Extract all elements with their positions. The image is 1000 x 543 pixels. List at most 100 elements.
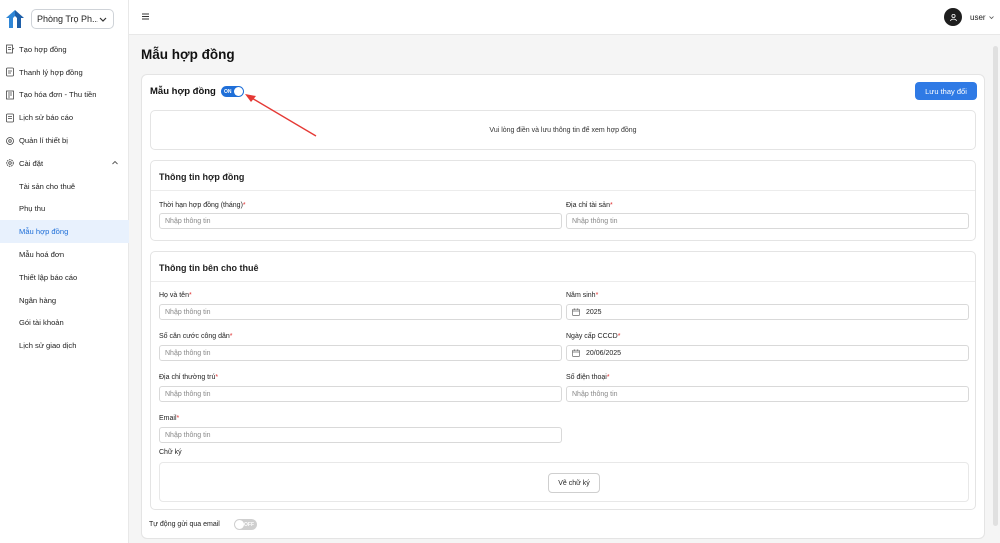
gear-icon [6,159,14,168]
email-label: Email* [159,415,179,422]
residence-label: Địa chỉ thường trú* [159,374,218,381]
email-input[interactable]: Nhập thông tin [159,427,562,443]
contract-info-section: Thông tin hợp đồng Thời hạn hợp đồng (th… [150,160,976,241]
page-title: Mẫu hợp đồng [141,47,235,62]
sidebar-item-label: Mẫu hợp đồng [19,227,69,237]
label-text: Họ và tên [159,292,189,299]
sidebar-item-label: Gói tài khoản [19,318,64,328]
sidebar-item-label: Mẫu hoá đơn [19,250,65,260]
label-text: Địa chỉ thường trú [159,374,216,381]
sidebar-item-surcharge[interactable]: Phụ thu [0,198,129,221]
address-input[interactable]: Nhập thông tin [566,213,969,229]
sidebar-item-rental-assets[interactable]: Tài sản cho thuê [0,175,129,198]
sidebar-item-create-contract[interactable]: Tạo hợp đồng [0,38,129,61]
issue-date-picker[interactable]: 20/06/2025 [566,345,969,361]
label-text: Số căn cước công dân [159,333,230,340]
phone-label: Số điện thoại* [566,374,610,381]
placeholder: Nhập thông tin [165,308,211,316]
section-divider [151,281,975,282]
scrollbar-thumb[interactable] [993,46,998,526]
label-text: Năm sinh [566,292,596,299]
placeholder: Nhập thông tin [165,390,211,398]
label-text: Địa chỉ tài sản [566,202,610,209]
sidebar-item-report-history[interactable]: Lịch sử báo cáo [0,106,129,129]
sidebar-item-label: Tạo hợp đồng [19,44,67,54]
toggle-label: ON [224,88,232,95]
label-text: Số điện thoại [566,374,607,381]
placeholder: Nhập thông tin [165,217,211,225]
fullname-input[interactable]: Nhập thông tin [159,304,562,320]
sidebar-item-bank[interactable]: Ngân hàng [0,289,129,312]
idcard-input[interactable]: Nhập thông tin [159,345,562,361]
terminate-icon [6,67,14,77]
sidebar-item-terminate-contract[interactable]: Thanh lý hợp đồng [0,61,129,84]
avatar[interactable] [944,8,962,26]
hamburger-menu-icon[interactable] [141,12,150,21]
sidebar-item-label: Quản lí thiết bị [19,136,68,146]
sidebar-item-label: Ngân hàng [19,295,57,305]
sidebar-item-label: Tài sản cho thuê [19,181,76,191]
label-text: Thời hạn hợp đồng (tháng) [159,202,243,209]
sidebar-item-label: Lịch sử giao dịch [19,341,77,351]
auto-email-toggle[interactable]: OFF [234,519,257,530]
user-icon [949,13,957,21]
required-mark: * [609,202,613,209]
preview-message: Vui lòng điền và lưu thông tin để xem hợ… [489,126,637,134]
placeholder: Nhập thông tin [165,349,211,357]
required-mark: * [242,202,246,209]
sidebar-item-create-invoice[interactable]: Tạo hóa đơn - Thu tiền [0,84,129,107]
duration-label: Thời hạn hợp đồng (tháng)* [159,202,246,209]
required-mark: * [176,415,180,422]
sidebar-item-settings[interactable]: Cài đặt [0,152,129,175]
value: 20/06/2025 [586,349,622,357]
signature-box: Vẽ chữ ký [159,462,969,502]
section-title: Thông tin bên cho thuê [159,263,259,273]
sidebar-item-label: Lịch sử báo cáo [19,113,74,123]
app-logo-icon [6,10,24,28]
user-name[interactable]: user [970,13,986,22]
sidebar-item-label: Cài đặt [19,158,44,168]
required-mark: * [606,374,610,381]
toggle-label: OFF [244,521,254,528]
label-text: Email [159,415,177,422]
annotation-arrow-icon [245,94,317,137]
sidebar-item-contract-template[interactable]: Mẫu hợp đồng [0,220,129,244]
sidebar-item-report-settings[interactable]: Thiết lập báo cáo [0,266,129,289]
contract-icon [6,44,15,54]
auto-email-label: Tự động gửi qua email [149,521,220,528]
chevron-up-icon [112,161,118,165]
duration-input[interactable]: Nhập thông tin [159,213,562,229]
scrollbar[interactable] [991,36,1000,543]
sidebar-item-account-plan[interactable]: Gói tài khoản [0,312,129,335]
calendar-icon [572,349,580,357]
topbar: user [129,0,1000,35]
chevron-down-icon [99,17,107,22]
phone-input[interactable]: Nhập thông tin [566,386,969,402]
sidebar-item-device-management[interactable]: Quản lí thiết bị [0,129,129,152]
save-changes-button[interactable]: Lưu thay đổi [915,82,977,100]
required-mark: * [215,374,219,381]
property-select[interactable]: Phòng Trọ Ph... [31,9,114,29]
chevron-down-icon[interactable] [988,14,995,21]
birthyear-picker[interactable]: 2025 [566,304,969,320]
landlord-info-section: Thông tin bên cho thuê Họ và tên * Nhập t… [150,251,976,510]
required-mark: * [617,333,621,340]
draw-signature-button[interactable]: Vẽ chữ ký [548,473,600,493]
signature-label: Chữ ký [159,449,182,456]
sidebar-item-invoice-template[interactable]: Mẫu hoá đơn [0,243,129,266]
value: 2025 [586,308,602,316]
history-icon [6,113,14,123]
sidebar-item-label: Thiết lập báo cáo [19,272,78,282]
issue-date-label: Ngày cấp CCCD* [566,333,620,340]
invoice-icon [6,90,14,100]
sidebar-item-transaction-history[interactable]: Lịch sử giao dịch [0,334,129,357]
sidebar-menu: Tạo hợp đồng Thanh lý hợp đồng Tạo hóa đ… [0,38,129,357]
sidebar: Phòng Trọ Ph... Tạo hợp đồng Thanh lý hợ… [0,0,129,543]
residence-input[interactable]: Nhập thông tin [159,386,562,402]
placeholder: Nhập thông tin [572,390,618,398]
sidebar-item-label: Thanh lý hợp đồng [19,67,83,77]
card-title: Mẫu hợp đồng [150,86,216,97]
toggle-knob [235,520,244,529]
sidebar-item-label: Tạo hóa đơn - Thu tiền [19,90,97,100]
calendar-icon [572,308,580,316]
